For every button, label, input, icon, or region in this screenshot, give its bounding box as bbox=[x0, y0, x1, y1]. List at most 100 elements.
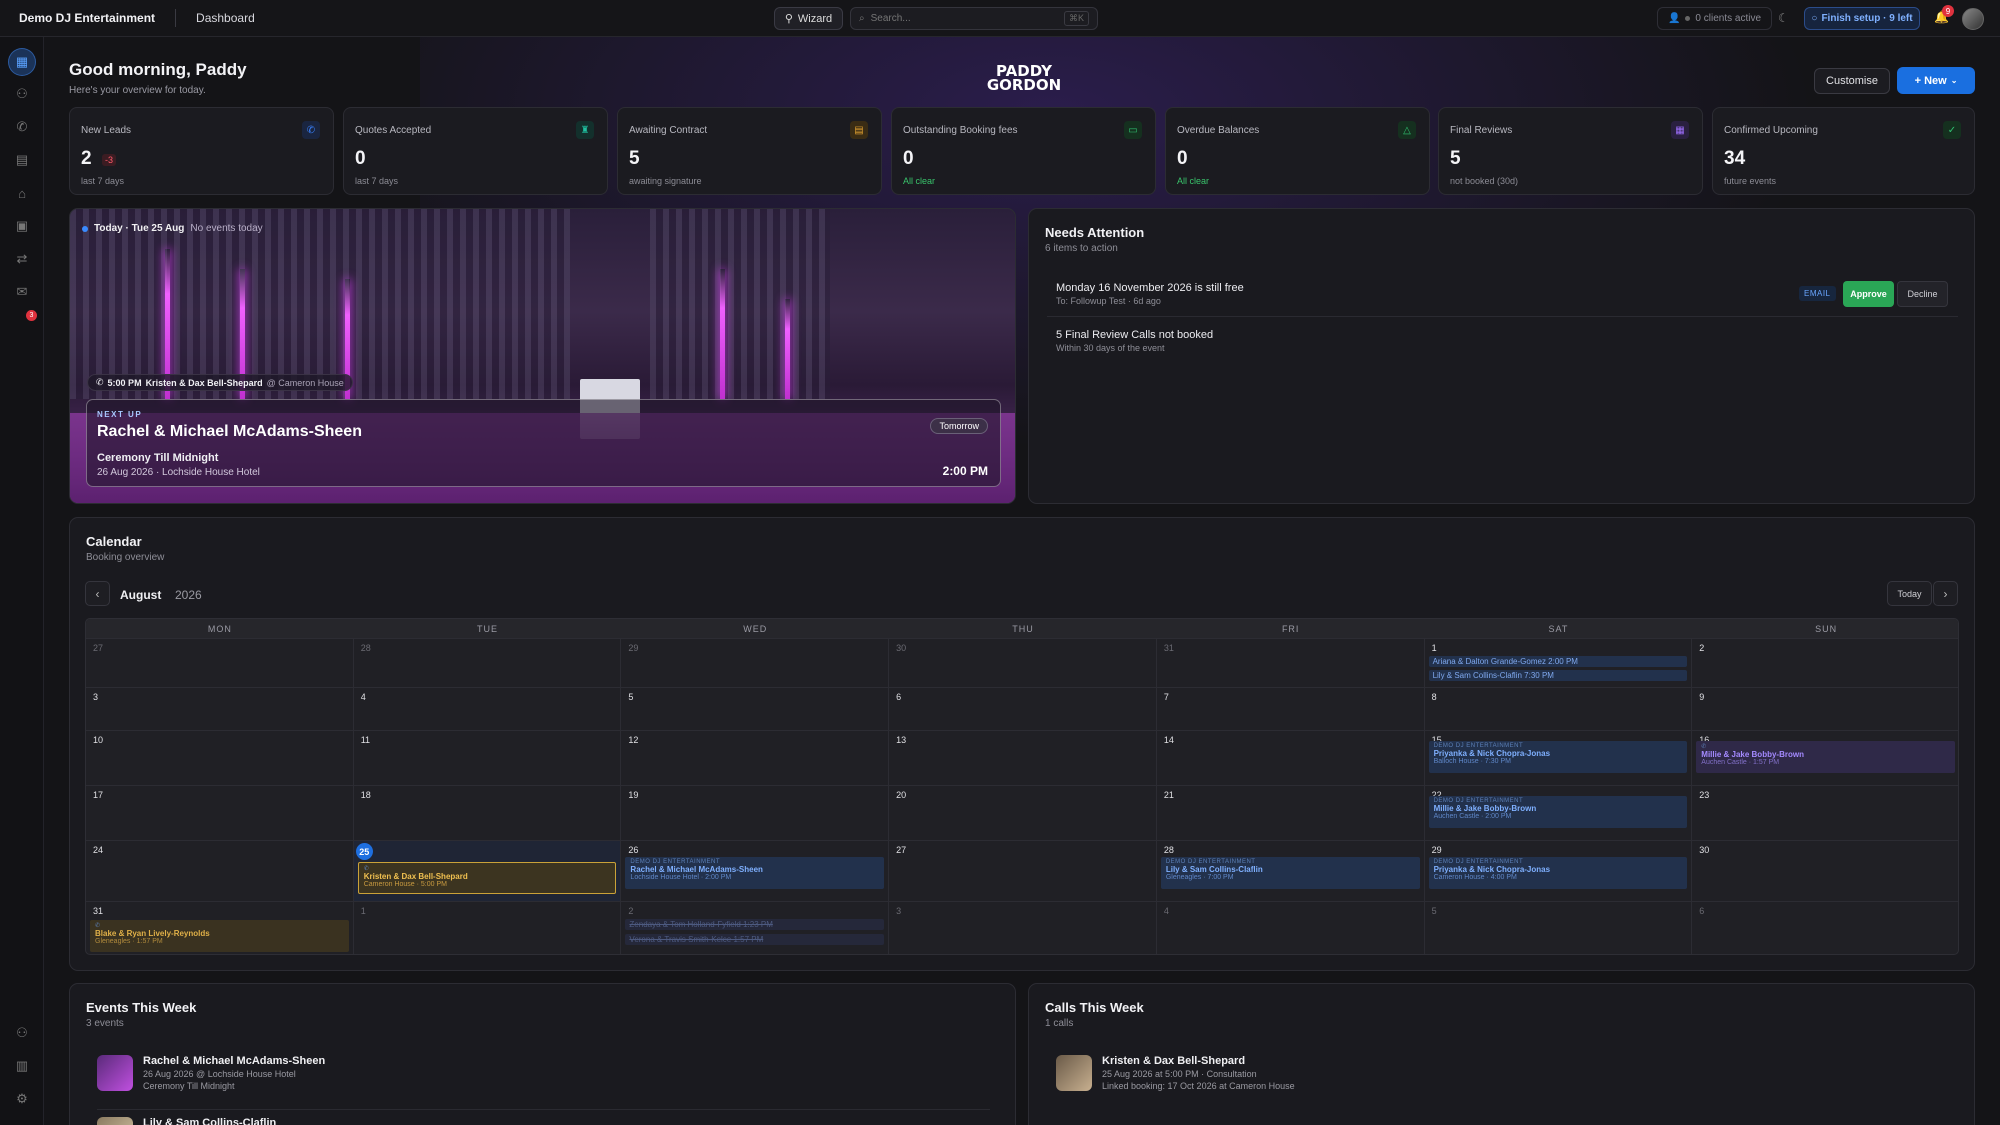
calendar-day-cell[interactable]: 28 DEMO DJ ENTERTAINMENT Lily & Sam Collin… bbox=[1156, 840, 1425, 901]
phone-icon[interactable]: ✆ bbox=[9, 114, 35, 140]
gear-icon[interactable]: ⚙ bbox=[9, 1086, 35, 1112]
calendar-day-cell[interactable]: 30 bbox=[889, 638, 1157, 687]
today-status: No events today bbox=[190, 223, 263, 234]
avatar[interactable] bbox=[1962, 8, 1984, 30]
calendar-day-cell[interactable]: 8 bbox=[1424, 687, 1693, 730]
calendar-day-cell[interactable]: 27 bbox=[86, 638, 354, 687]
next-month-button[interactable]: › bbox=[1933, 581, 1958, 606]
stat-card-confirmed-upcoming[interactable]: Confirmed Upcoming ✓ 34 future events bbox=[1712, 107, 1975, 195]
calendar-day-cell[interactable]: 14 bbox=[1156, 730, 1425, 785]
prev-month-button[interactable]: ‹ bbox=[85, 581, 110, 606]
calendar-event[interactable]: Zendaya & Tom Holland-Fyfield 1:23 PM bbox=[625, 919, 885, 930]
calendar-day-cell[interactable]: 3 bbox=[889, 901, 1157, 954]
clients-active-indicator[interactable]: 👤 0 clients active bbox=[1657, 7, 1772, 30]
calendar-event[interactable]: Lily & Sam Collins-Claflin 7:30 PM bbox=[1428, 670, 1688, 681]
calendar-icon[interactable]: ▤ bbox=[9, 147, 35, 173]
event-list-item[interactable]: Rachel & Michael McAdams-Sheen 26 Aug 202… bbox=[97, 1055, 325, 1091]
event-list-item[interactable]: Lily & Sam Collins-Claflin bbox=[97, 1117, 276, 1125]
team-icon[interactable]: ⚇ bbox=[9, 1020, 35, 1046]
calendar-day-cell[interactable]: 17 bbox=[86, 785, 354, 840]
stat-card-overdue-balances[interactable]: Overdue Balances △ 0 All clear bbox=[1165, 107, 1430, 195]
calendar-day-cell[interactable]: 5 bbox=[1424, 901, 1693, 954]
stat-card-final-reviews[interactable]: Final Reviews ▦ 5 not booked (30d) bbox=[1438, 107, 1703, 195]
calendar-day-cell[interactable]: 27 bbox=[889, 840, 1157, 901]
calendar-day-cell[interactable]: 7 bbox=[1156, 687, 1425, 730]
calendar-day-cell[interactable]: 4 bbox=[1156, 901, 1425, 954]
calendar-day-cell[interactable]: 4 bbox=[353, 687, 622, 730]
calendar-day-cell[interactable]: 13 bbox=[889, 730, 1157, 785]
search-bar[interactable]: ⌕ ⌘K bbox=[850, 7, 1098, 30]
calendar-day-cell[interactable]: 30 bbox=[1692, 840, 1958, 901]
finish-setup-button[interactable]: ○ Finish setup · 9 left bbox=[1804, 7, 1920, 30]
calendar-day-cell[interactable]: 5 bbox=[621, 687, 890, 730]
calendar-event[interactable]: DEMO DJ ENTERTAINMENT Rachel & Michael Mc… bbox=[625, 857, 885, 889]
invoice-icon[interactable]: ▣ bbox=[9, 213, 35, 239]
calendar-day-cell[interactable]: 22 DEMO DJ ENTERTAINMENT Millie & Jake Bob… bbox=[1424, 785, 1693, 840]
calendar-event[interactable]: ✆ Millie & Jake Bobby-Brown Auchen Castle … bbox=[1696, 741, 1955, 773]
add-user-icon[interactable]: ⚇ bbox=[9, 81, 35, 107]
calendar-day-cell[interactable]: 1 bbox=[353, 901, 622, 954]
calendar-day-cell[interactable]: 24 bbox=[86, 840, 354, 901]
calendar-day-cell[interactable]: 3 bbox=[86, 687, 354, 730]
repeat-icon[interactable]: ⇄ bbox=[9, 246, 35, 272]
customise-button[interactable]: Customise bbox=[1814, 68, 1890, 94]
attention-item[interactable]: Monday 16 November 2026 is still free To… bbox=[1056, 282, 1976, 306]
calendar-event[interactable]: Ariana & Dalton Grande-Gomez 2:00 PM bbox=[1428, 656, 1688, 667]
call-chip[interactable]: ✆ 5:00 PM Kristen & Dax Bell-Shepard @ Came… bbox=[87, 374, 353, 391]
day-number: 19 bbox=[628, 790, 639, 800]
calendar-day-cell[interactable]: 29 bbox=[621, 638, 890, 687]
breadcrumb-dashboard[interactable]: Dashboard bbox=[196, 11, 255, 25]
today-button[interactable]: Today bbox=[1887, 581, 1932, 606]
calendar-event[interactable]: ✆ Blake & Ryan Lively-Reynolds Gleneagles … bbox=[90, 920, 349, 952]
next-up-location: 26 Aug 2026 · Lochside House Hotel bbox=[97, 467, 260, 478]
calendar-day-cell[interactable]: 10 bbox=[86, 730, 354, 785]
moon-icon[interactable]: ☾ bbox=[1778, 11, 1789, 25]
calendar-day-cell[interactable]: 28 bbox=[353, 638, 622, 687]
stat-card-quotes-accepted[interactable]: Quotes Accepted ♜ 0 last 7 days bbox=[343, 107, 608, 195]
stat-card-new-leads[interactable]: New Leads ✆ 2 -3 last 7 days bbox=[69, 107, 334, 195]
stat-card-awaiting-contract[interactable]: Awaiting Contract ▤ 5 awaiting signature bbox=[617, 107, 882, 195]
wizard-button[interactable]: ⚲ Wizard bbox=[774, 7, 843, 30]
attention-item[interactable]: 5 Final Review Calls not booked Within 3… bbox=[1056, 329, 1976, 353]
calendar-day-cell[interactable]: 2 Zendaya & Tom Holland-Fyfield 1:23 PM Ve… bbox=[621, 901, 890, 954]
calendar-day-cell[interactable]: 21 bbox=[1156, 785, 1425, 840]
calendar-day-cell[interactable]: 18 bbox=[353, 785, 622, 840]
chart-icon[interactable]: ▥ bbox=[9, 1053, 35, 1079]
calendar-day-cell[interactable]: 6 bbox=[889, 687, 1157, 730]
calendar-day-cell[interactable]: 23 bbox=[1692, 785, 1958, 840]
calendar-day-cell[interactable]: 12 bbox=[621, 730, 890, 785]
calendar-day-cell[interactable]: 6 bbox=[1692, 901, 1958, 954]
calendar-event[interactable]: DEMO DJ ENTERTAINMENT Lily & Sam Collins-… bbox=[1160, 857, 1420, 889]
calendar-day-cell[interactable]: 19 bbox=[621, 785, 890, 840]
calendar-day-cell[interactable]: 26 DEMO DJ ENTERTAINMENT Rachel & Michael … bbox=[621, 840, 890, 901]
calendar-day-cell[interactable]: 15 DEMO DJ ENTERTAINMENT Priyanka & Nick C… bbox=[1424, 730, 1693, 785]
calendar-day-cell[interactable]: 20 bbox=[889, 785, 1157, 840]
day-number: 18 bbox=[360, 790, 371, 800]
calendar-event[interactable]: DEMO DJ ENTERTAINMENT Priyanka & Nick Cho… bbox=[1428, 857, 1688, 889]
next-event-hero[interactable]: Today · Tue 25 Aug No events today ✆ 5:00 … bbox=[69, 208, 1016, 504]
decline-button[interactable]: Decline bbox=[1897, 281, 1948, 307]
venue-icon[interactable]: ⌂ bbox=[9, 180, 35, 206]
calendar-event[interactable]: DEMO DJ ENTERTAINMENT Priyanka & Nick Cho… bbox=[1428, 741, 1688, 773]
new-button[interactable]: + New ⌄ bbox=[1897, 67, 1975, 94]
calendar-event[interactable]: Verona & Travis Smith-Kelce 1:57 PM bbox=[625, 934, 885, 945]
calendar-day-cell[interactable]: 11 bbox=[353, 730, 622, 785]
calendar-event[interactable]: DEMO DJ ENTERTAINMENT Millie & Jake Bobby… bbox=[1428, 796, 1688, 828]
brand-name[interactable]: Demo DJ Entertainment bbox=[19, 11, 155, 25]
calendar-day-cell[interactable]: 31 bbox=[1156, 638, 1425, 687]
call-list-item[interactable]: Kristen & Dax Bell-Shepard 25 Aug 2026 at… bbox=[1056, 1055, 1295, 1091]
stat-card-outstanding-fees[interactable]: Outstanding Booking fees ▭ 0 All clear bbox=[891, 107, 1156, 195]
calendar-day-cell[interactable]: 31 ✆ Blake & Ryan Lively-Reynolds Gleneagle… bbox=[86, 901, 354, 954]
mail-icon[interactable]: ✉ bbox=[9, 279, 35, 305]
calendar-day-cell[interactable]: 9 bbox=[1692, 687, 1958, 730]
calendar-day-cell[interactable]: 16 ✆ Millie & Jake Bobby-Brown Auchen Castl… bbox=[1692, 730, 1958, 785]
approve-button[interactable]: Approve bbox=[1843, 281, 1894, 307]
calendar-day-cell[interactable]: 25 ✆ Kristen & Dax Bell-Shepard Cameron Hou… bbox=[353, 840, 622, 901]
calendar-day-cell[interactable]: 2 bbox=[1692, 638, 1958, 687]
search-input[interactable] bbox=[870, 13, 1051, 24]
calendar-day-cell[interactable]: 1 Ariana & Dalton Grande-Gomez 2:00 PM Lil… bbox=[1424, 638, 1693, 687]
dashboard-icon[interactable]: ▦ bbox=[9, 49, 35, 75]
next-up-card[interactable]: NEXT UP Rachel & Michael McAdams-Sheen C… bbox=[86, 399, 1001, 487]
calendar-event[interactable]: ✆ Kristen & Dax Bell-Shepard Cameron House… bbox=[357, 862, 617, 894]
calendar-day-cell[interactable]: 29 DEMO DJ ENTERTAINMENT Priyanka & Nick C… bbox=[1424, 840, 1693, 901]
